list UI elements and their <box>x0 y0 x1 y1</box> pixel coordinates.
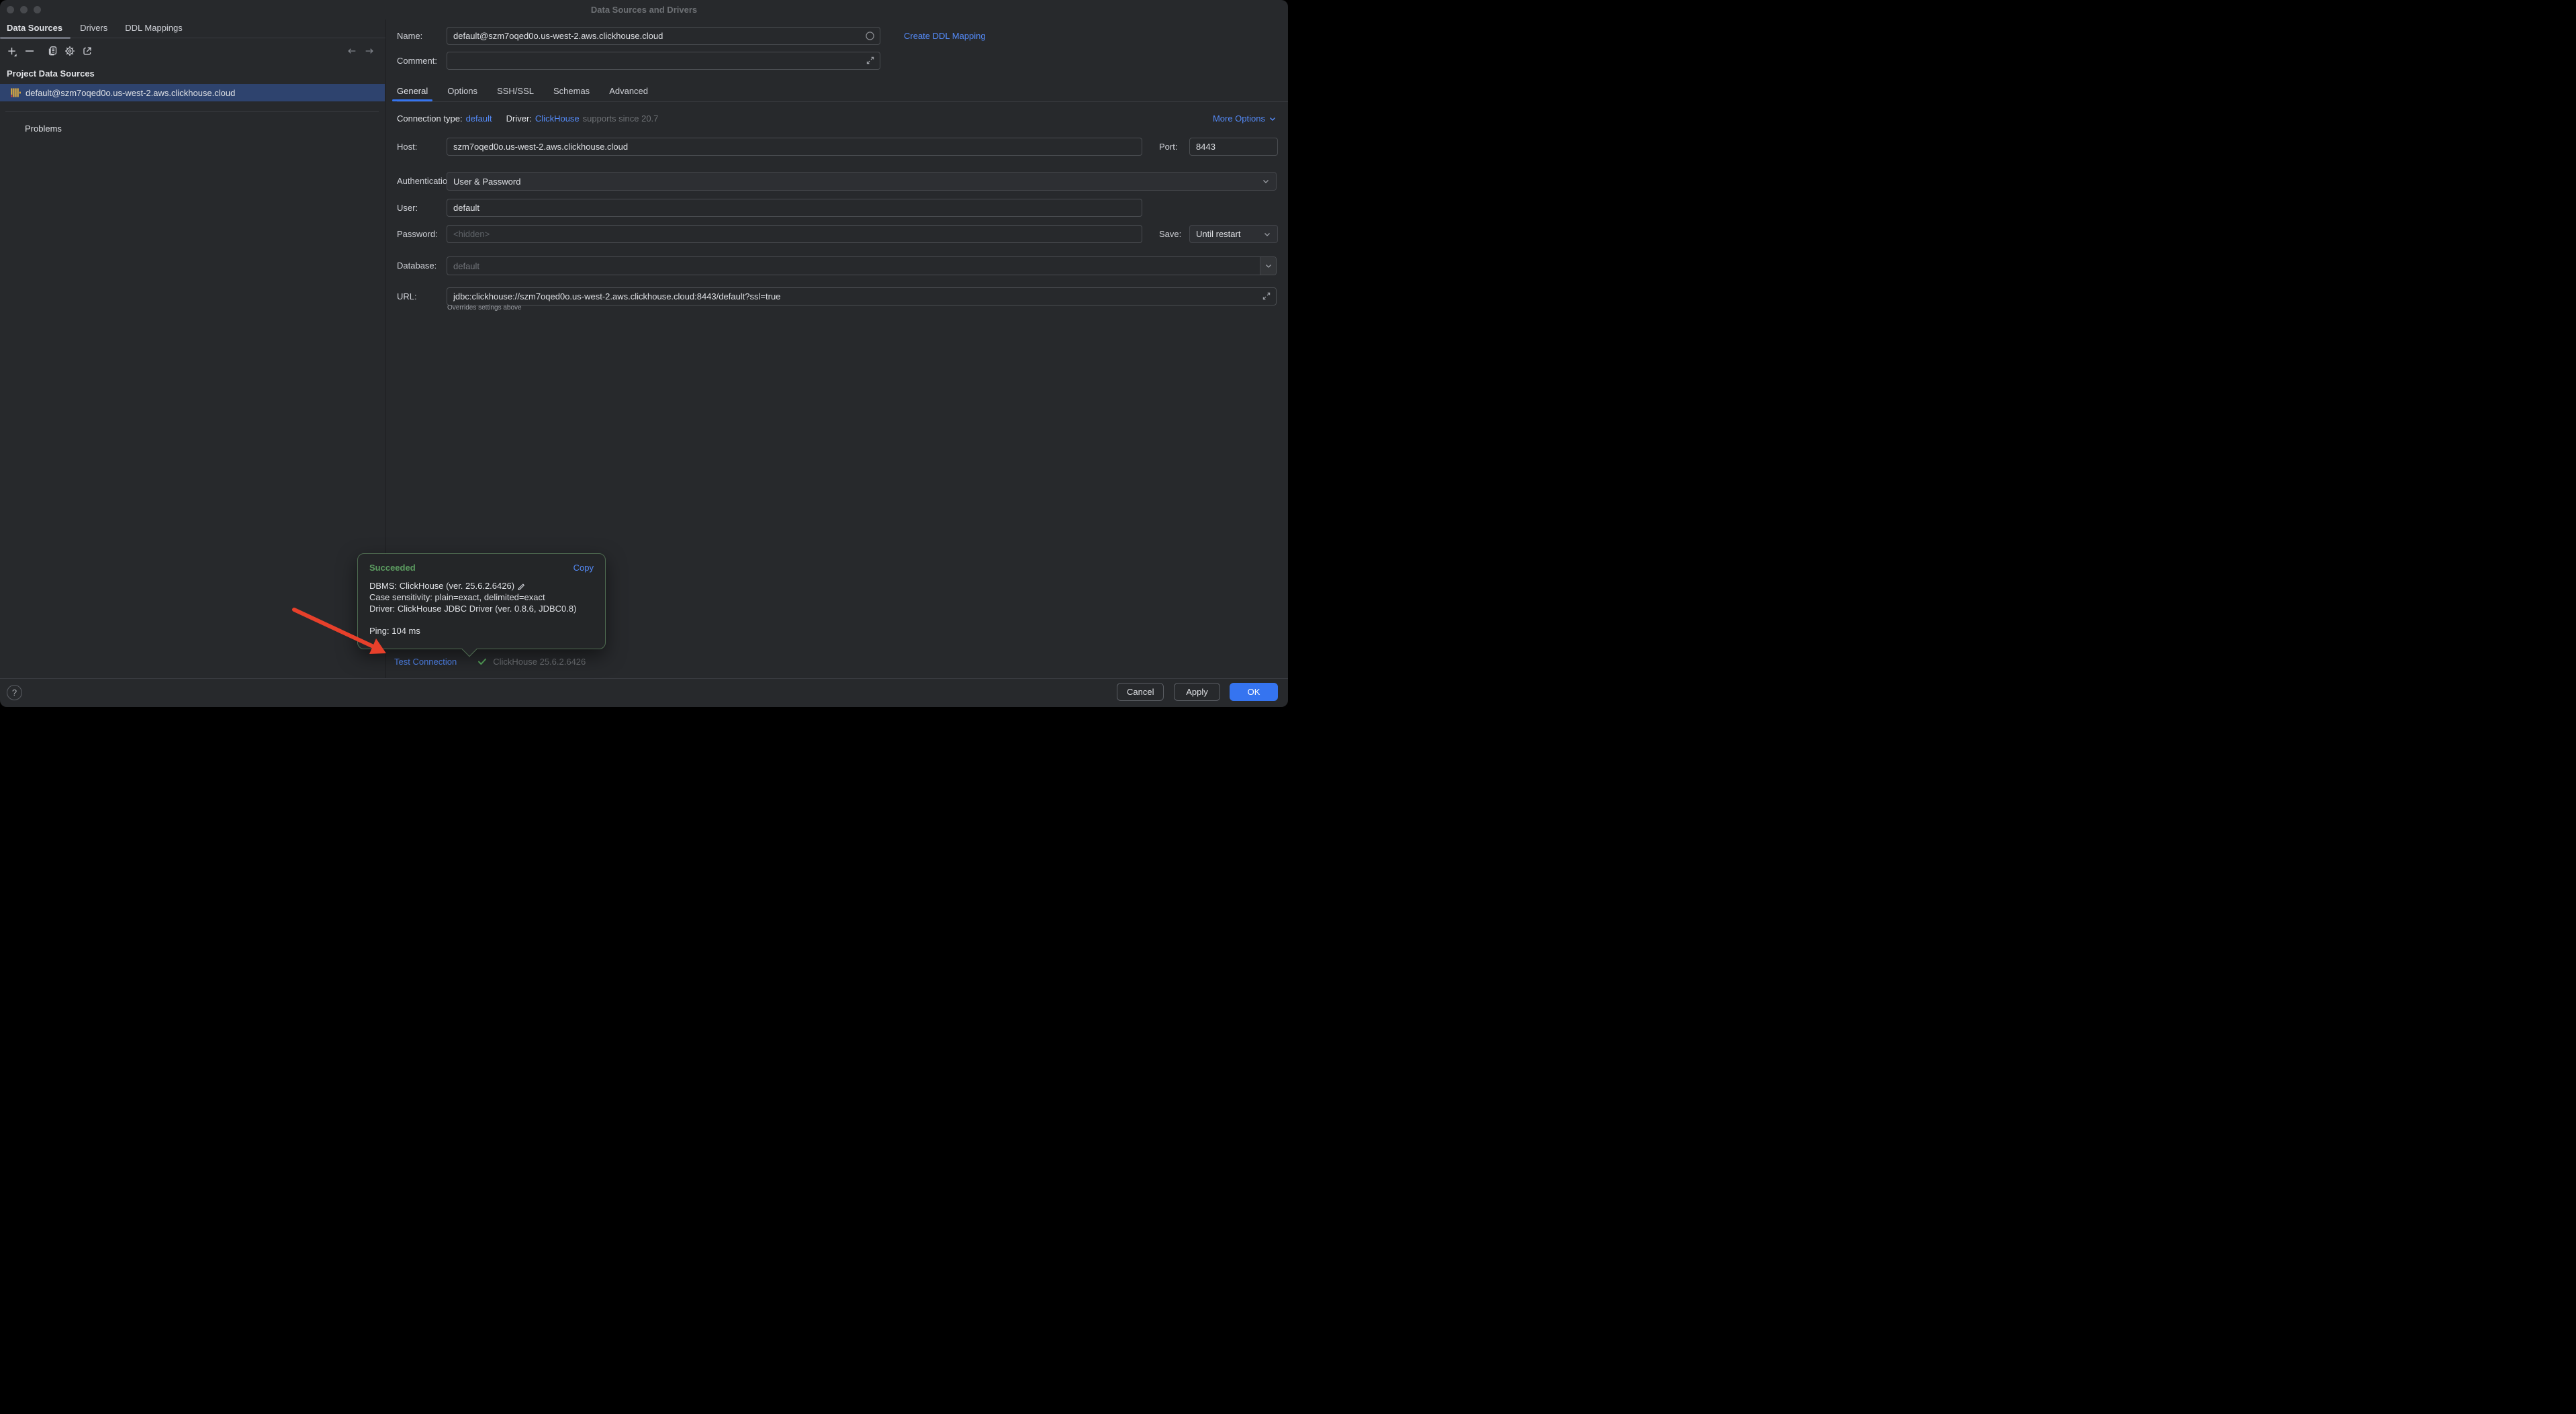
settings-tab-bar: General Options SSH/SSL Schemas Advanced <box>397 84 1288 102</box>
port-label: Port: <box>1159 138 1177 156</box>
left-panel: Data Sources Drivers DDL Mappings <box>0 19 386 678</box>
more-options-link[interactable]: More Options <box>1213 113 1277 124</box>
test-connection-status: ClickHouse 25.6.2.6426 <box>493 657 586 667</box>
edit-pencil-icon[interactable] <box>517 581 526 590</box>
expand-editor-icon[interactable] <box>866 56 875 65</box>
test-connection-link[interactable]: Test Connection <box>394 657 457 667</box>
tab-ddl-mappings[interactable]: DDL Mappings <box>125 19 183 38</box>
chevron-down-icon[interactable] <box>1260 257 1276 275</box>
password-label: Password: <box>397 225 438 243</box>
status-succeeded: Succeeded <box>369 563 416 573</box>
name-refresh-circle-icon[interactable] <box>865 31 875 41</box>
window-title: Data Sources and Drivers <box>0 0 1288 19</box>
expand-editor-icon[interactable] <box>1262 291 1271 301</box>
driver-line: Driver: ClickHouse JDBC Driver (ver. 0.8… <box>369 603 594 614</box>
database-combobox[interactable]: default <box>447 256 1277 275</box>
back-arrow-icon[interactable] <box>347 46 357 56</box>
authentication-dropdown[interactable]: User & Password <box>447 172 1277 191</box>
navigation-arrows <box>347 38 375 64</box>
tab-data-sources[interactable]: Data Sources <box>7 19 62 38</box>
titlebar: Data Sources and Drivers <box>0 0 1288 19</box>
connection-info-row: Connection type: default Driver: ClickHo… <box>397 113 658 124</box>
project-data-sources-header: Project Data Sources <box>7 68 95 79</box>
chevron-down-icon <box>1269 115 1277 123</box>
help-button[interactable]: ? <box>7 685 22 700</box>
tab-schemas[interactable]: Schemas <box>553 84 590 101</box>
driver-label: Driver: <box>506 113 532 124</box>
data-source-label: default@szm7oqed0o.us-west-2.aws.clickho… <box>26 88 235 98</box>
case-sensitivity-line: Case sensitivity: plain=exact, delimited… <box>369 592 594 603</box>
user-input[interactable] <box>447 199 1142 217</box>
create-ddl-mapping-link[interactable]: Create DDL Mapping <box>904 31 986 41</box>
connection-type-label: Connection type: <box>397 113 463 124</box>
dialog-footer: ? Cancel Apply OK <box>0 678 1288 707</box>
url-note: Overrides settings above <box>447 304 522 312</box>
chevron-down-icon <box>1263 230 1271 238</box>
cancel-button[interactable]: Cancel <box>1117 683 1164 701</box>
url-input[interactable] <box>447 287 1277 305</box>
tab-ssh-ssl[interactable]: SSH/SSL <box>497 84 534 101</box>
dbms-line: DBMS: ClickHouse (ver. 25.6.2.6426) <box>369 580 514 592</box>
name-label: Name: <box>397 27 422 45</box>
driver-note: supports since 20.7 <box>583 113 659 124</box>
settings-icon[interactable] <box>64 46 75 56</box>
chevron-down-icon <box>1262 177 1270 185</box>
save-label: Save: <box>1159 225 1181 243</box>
save-dropdown[interactable]: Until restart <box>1189 225 1278 243</box>
comment-label: Comment: <box>397 52 437 70</box>
forward-arrow-icon[interactable] <box>364 46 375 56</box>
password-input[interactable] <box>447 225 1142 243</box>
test-connection-row: Test Connection ClickHouse 25.6.2.6426 <box>394 656 586 667</box>
tab-general[interactable]: General <box>397 84 428 101</box>
test-connection-result-popup: Succeeded Copy DBMS: ClickHouse (ver. 25… <box>357 553 606 649</box>
left-tab-bar: Data Sources Drivers DDL Mappings <box>0 19 385 38</box>
add-icon[interactable] <box>7 46 17 56</box>
duplicate-icon[interactable] <box>47 46 58 56</box>
port-input[interactable] <box>1189 138 1278 156</box>
name-input[interactable] <box>447 27 880 45</box>
tab-advanced[interactable]: Advanced <box>609 84 648 101</box>
apply-button[interactable]: Apply <box>1174 683 1220 701</box>
problems-section-label[interactable]: Problems <box>25 124 62 134</box>
connection-type-link[interactable]: default <box>466 113 492 124</box>
remove-icon[interactable] <box>24 46 35 56</box>
data-sources-dialog: Data Sources and Drivers Data Sources Dr… <box>0 0 1288 707</box>
tab-options[interactable]: Options <box>447 84 477 101</box>
ping-line: Ping: 104 ms <box>369 625 594 637</box>
data-source-toolbar <box>0 38 385 64</box>
ok-button[interactable]: OK <box>1230 683 1278 701</box>
data-source-list-item[interactable]: default@szm7oqed0o.us-west-2.aws.clickho… <box>0 84 385 101</box>
copy-link[interactable]: Copy <box>573 563 594 573</box>
database-label: Database: <box>397 256 436 275</box>
tab-drivers[interactable]: Drivers <box>80 19 107 38</box>
divider <box>5 111 379 112</box>
clickhouse-icon <box>10 87 21 98</box>
open-in-new-icon[interactable] <box>82 46 93 56</box>
check-icon <box>477 656 488 667</box>
url-label: URL: <box>397 287 417 305</box>
host-input[interactable] <box>447 138 1142 156</box>
driver-link[interactable]: ClickHouse <box>535 113 580 124</box>
host-label: Host: <box>397 138 417 156</box>
user-label: User: <box>397 199 418 217</box>
comment-input[interactable] <box>447 52 880 70</box>
